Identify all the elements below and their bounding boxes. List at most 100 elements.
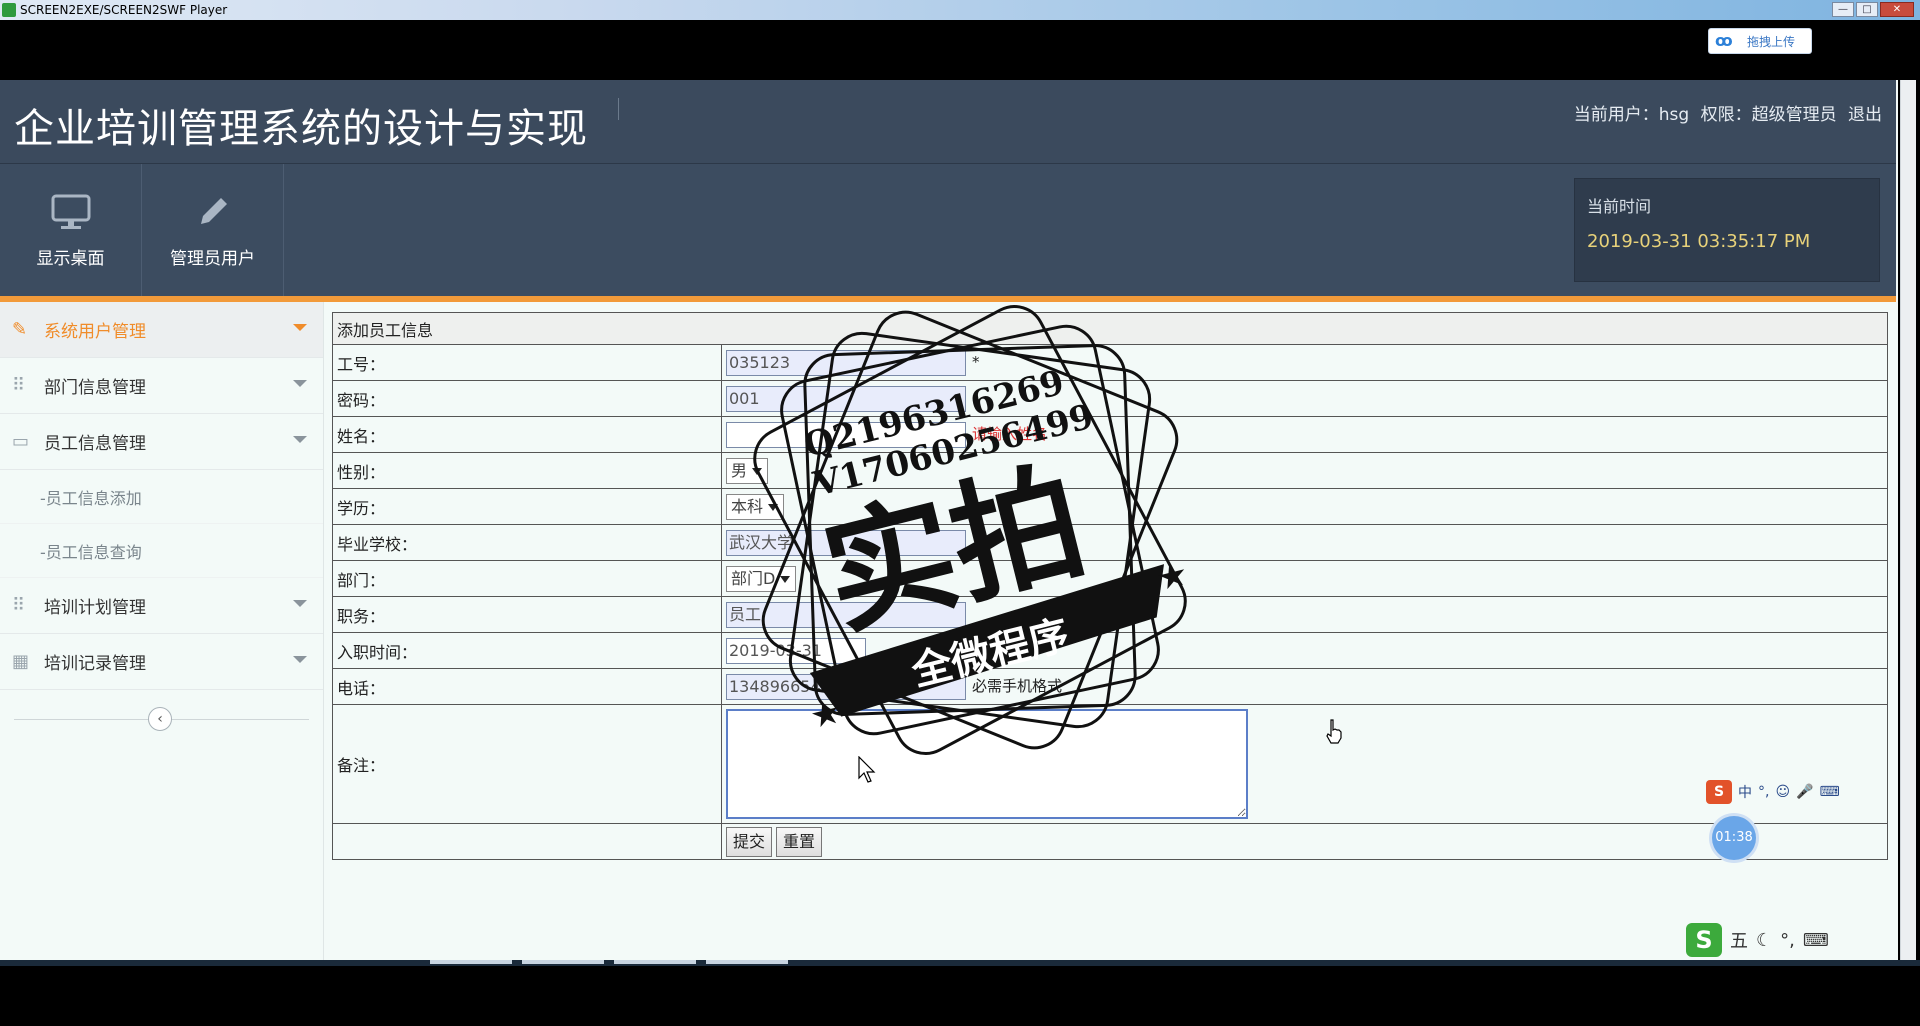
show-desktop-button[interactable]: 显示桌面: [0, 164, 142, 296]
form-caption: 添加员工信息: [332, 312, 1888, 345]
upload-label: 拖拽上传: [1747, 34, 1796, 49]
form-row-education: 学历： 本科: [332, 488, 1888, 525]
pencil-icon: [191, 190, 235, 234]
submit-button[interactable]: 提交: [726, 826, 773, 857]
form-row-school: 毕业学校： 武汉大学: [332, 524, 1888, 561]
maximize-button[interactable]: □: [1856, 2, 1878, 17]
sidebar-sub-label: -员工信息查询: [40, 542, 142, 562]
password-input[interactable]: 001: [726, 385, 966, 412]
school-input[interactable]: 武汉大学: [726, 529, 966, 556]
sidebar-item-training-plans[interactable]: ⠿ 培训计划管理: [0, 578, 323, 634]
education-select[interactable]: 本科: [726, 493, 785, 520]
sidebar-sub-employee-query[interactable]: -员工信息查询: [0, 524, 323, 578]
header-divider: [618, 98, 619, 120]
player-window: SCREEN2EXE/SCREEN2SWF Player — □ ✕ ꝏ 拖拽上…: [0, 0, 1920, 1026]
admin-user-button[interactable]: 管理员用户: [142, 164, 284, 296]
chevron-down-icon: [293, 324, 307, 331]
name-hint: 请输入姓名: [972, 425, 1048, 443]
hand-cursor-icon: [1326, 719, 1342, 744]
ime-toolbar-bottom: S 五 ☾ °, ⌨: [1686, 920, 1918, 960]
show-desktop-label: 显示桌面: [36, 249, 105, 269]
app-header: 企业培训管理系统的设计与实现 当前用户：hsg 权限：超级管理员 退出: [0, 80, 1896, 164]
ime-toolbar-top: S 中 °, ☺ 🎤 ⌨: [1706, 778, 1918, 806]
taskbar-strip: [0, 960, 1920, 966]
field-label: 备注：: [332, 704, 722, 824]
main-content: 添加员工信息 工号： 035123 * 密码： 001 姓名： 请输入姓名 性别：…: [332, 312, 1888, 860]
close-button[interactable]: ✕: [1880, 2, 1914, 17]
ime-punct[interactable]: °,: [1780, 930, 1795, 951]
microphone-icon[interactable]: 🎤: [1796, 784, 1813, 800]
sogou-icon[interactable]: S: [1686, 923, 1722, 957]
recording-timer[interactable]: 01:38: [1712, 816, 1756, 860]
keyboard-icon[interactable]: ⌨: [1803, 930, 1829, 951]
logout-link[interactable]: 退出: [1848, 105, 1882, 125]
employee-form: 添加员工信息 工号： 035123 * 密码： 001 姓名： 请输入姓名 性别：…: [332, 312, 1888, 860]
sidebar-item-label: 培训计划管理: [44, 598, 146, 618]
sidebar-item-label: 培训记录管理: [44, 654, 146, 674]
form-row-dept: 部门： 部门D: [332, 560, 1888, 597]
toolbar: 显示桌面 管理员用户 当前时间 2019-03-31 03:35:17 PM: [0, 164, 1896, 296]
sidebar-item-training-records[interactable]: ▦ 培训记录管理: [0, 634, 323, 690]
memo-textarea[interactable]: [726, 709, 1248, 819]
phone-input[interactable]: 13489665487: [726, 673, 966, 700]
form-row-join-date: 入职时间： 2019-03-31: [332, 632, 1888, 669]
sidebar-item-employees[interactable]: ▭ 员工信息管理: [0, 414, 323, 470]
sidebar-item-departments[interactable]: ⠿ 部门信息管理: [0, 358, 323, 414]
chevron-down-icon: [293, 600, 307, 607]
keyboard-icon[interactable]: ⌨: [1820, 784, 1840, 800]
grid-icon: ⠿: [12, 595, 26, 616]
form-row-name: 姓名： 请输入姓名: [332, 416, 1888, 453]
minimize-button[interactable]: —: [1832, 2, 1854, 17]
join-date-input[interactable]: 2019-03-31: [726, 637, 866, 664]
field-label: 电话：: [332, 668, 722, 705]
layout-icon: ▦: [12, 651, 30, 672]
form-row-phone: 电话： 13489665487 必需手机格式: [332, 668, 1888, 705]
grid-icon: ⠿: [12, 375, 26, 396]
sidebar-item-label: 部门信息管理: [44, 378, 146, 398]
form-row-emp-no: 工号： 035123 *: [332, 344, 1888, 381]
collapse-button[interactable]: ‹: [148, 707, 172, 731]
taskbar-tab[interactable]: [706, 960, 788, 964]
field-label: 姓名：: [332, 416, 722, 453]
field-label: 毕业学校：: [332, 524, 722, 561]
emoji-icon[interactable]: ☺: [1775, 784, 1790, 800]
dept-select[interactable]: 部门D: [726, 565, 797, 592]
chevron-down-icon: [293, 380, 307, 387]
sidebar-collapse: ‹: [0, 690, 323, 748]
ime-punct[interactable]: °,: [1758, 784, 1769, 800]
name-input[interactable]: [726, 421, 966, 448]
sidebar: ✎ 系统用户管理 ⠿ 部门信息管理 ▭ 员工信息管理 -员工信息添加 -员工信息…: [0, 302, 324, 960]
moon-icon[interactable]: ☾: [1756, 930, 1772, 951]
current-user: 当前用户：hsg: [1573, 105, 1690, 125]
user-role: 权限：超级管理员: [1700, 105, 1837, 125]
taskbar-tab[interactable]: [430, 960, 512, 964]
window-title: SCREEN2EXE/SCREEN2SWF Player: [20, 3, 228, 17]
sidebar-sub-employee-add[interactable]: -员工信息添加: [0, 470, 323, 524]
chevron-left-icon: ‹: [157, 711, 163, 727]
admin-user-label: 管理员用户: [170, 249, 255, 269]
sidebar-item-system-users[interactable]: ✎ 系统用户管理: [0, 302, 323, 358]
form-row-password: 密码： 001: [332, 380, 1888, 417]
user-info: 当前用户：hsg 权限：超级管理员 退出: [1568, 100, 1882, 125]
taskbar-tab[interactable]: [614, 960, 696, 964]
taskbar-tab[interactable]: [522, 960, 604, 964]
vertical-scrollbar[interactable]: [1900, 80, 1916, 960]
sidebar-item-label: 员工信息管理: [44, 434, 146, 454]
ime-mode[interactable]: 中: [1738, 782, 1752, 802]
field-label: 入职时间：: [332, 632, 722, 669]
emp-no-input[interactable]: 035123: [726, 349, 966, 376]
current-time-panel: 当前时间 2019-03-31 03:35:17 PM: [1574, 178, 1880, 282]
position-input[interactable]: 员工: [726, 601, 966, 628]
taskbar-tabs: [430, 960, 788, 964]
reset-button[interactable]: 重置: [776, 826, 823, 857]
cloud-icon: ꝏ: [1715, 31, 1733, 50]
upload-button[interactable]: ꝏ 拖拽上传: [1708, 28, 1812, 54]
phone-hint: 必需手机格式: [972, 677, 1063, 695]
sidebar-sub-label: -员工信息添加: [40, 488, 142, 508]
gender-select[interactable]: 男: [726, 457, 769, 484]
field-label: 密码：: [332, 380, 722, 417]
required-mark: *: [972, 353, 980, 371]
window-titlebar: SCREEN2EXE/SCREEN2SWF Player — □ ✕: [0, 0, 1920, 20]
ime-wubi[interactable]: 五: [1730, 927, 1748, 953]
sogou-icon[interactable]: S: [1706, 780, 1732, 804]
